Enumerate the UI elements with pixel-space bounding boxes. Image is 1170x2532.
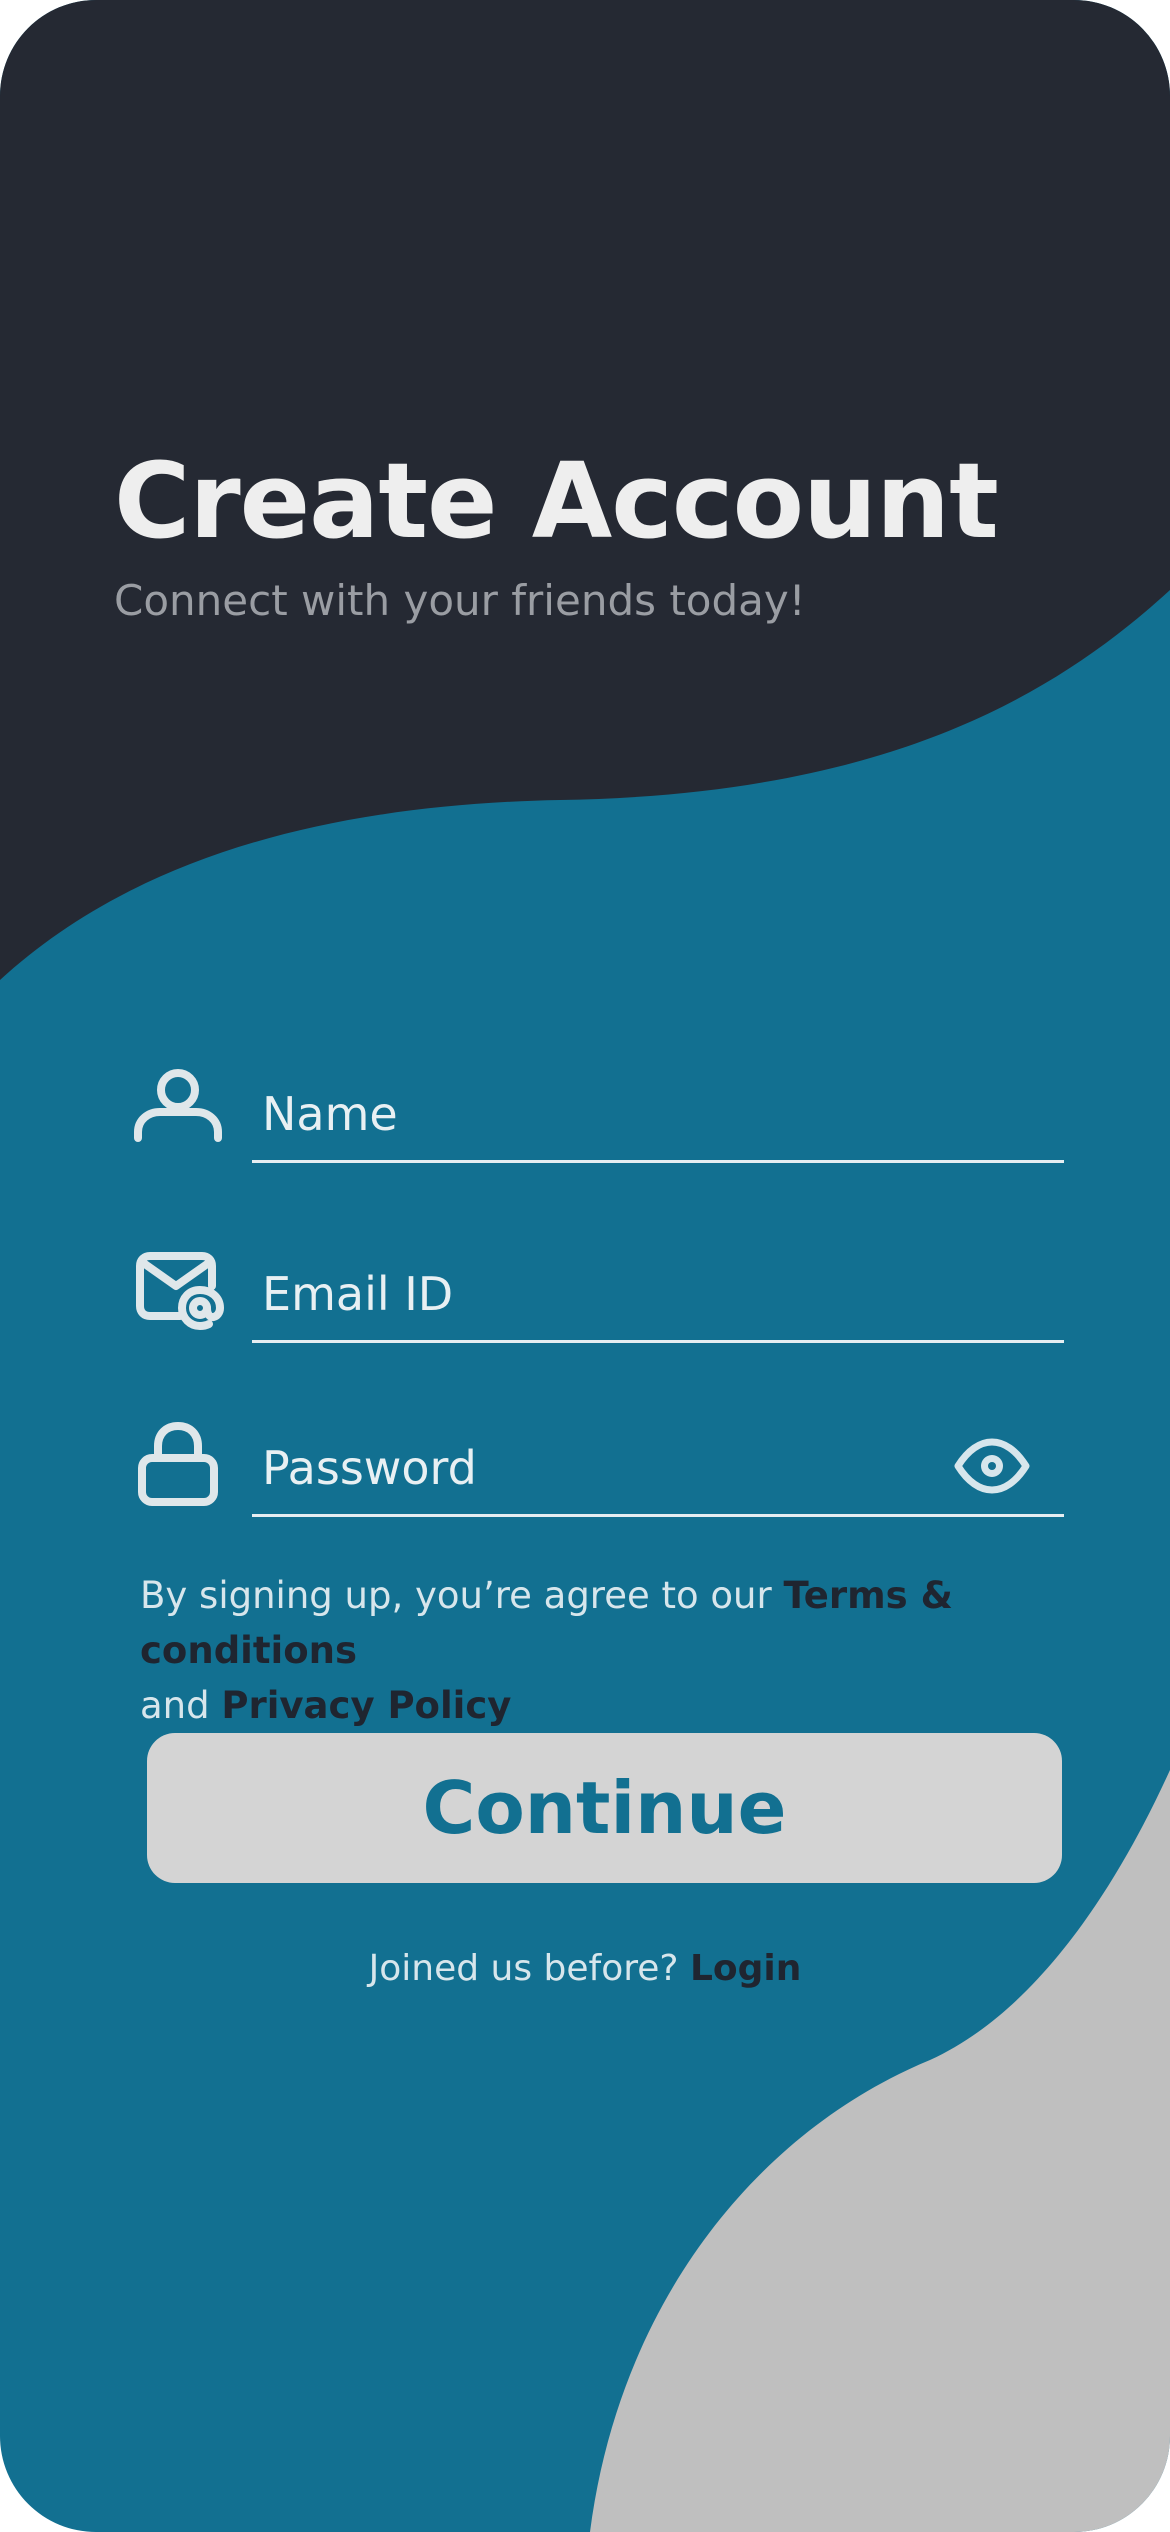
lock-icon xyxy=(130,1416,226,1512)
login-prompt: Joined us before? Login xyxy=(0,1948,1170,1989)
name-input[interactable] xyxy=(252,1076,902,1152)
login-prompt-text: Joined us before? xyxy=(368,1948,690,1989)
name-underline xyxy=(252,1160,1064,1163)
email-field xyxy=(130,1242,1065,1352)
password-underline xyxy=(252,1514,1064,1517)
page-title: Create Account xyxy=(114,440,999,562)
page-subtitle: Connect with your friends today! xyxy=(114,576,806,625)
bottom-right-grey-wave xyxy=(590,1770,1170,2532)
terms-prefix: By signing up, you’re agree to our xyxy=(140,1574,784,1617)
create-account-screen: Create Account Connect with your friends… xyxy=(0,0,1170,2532)
continue-button[interactable]: Continue xyxy=(147,1733,1062,1883)
terms-text: By signing up, you’re agree to our Terms… xyxy=(140,1568,1100,1733)
user-icon xyxy=(130,1062,226,1158)
email-input[interactable] xyxy=(252,1256,902,1332)
password-input[interactable] xyxy=(252,1430,902,1506)
password-field xyxy=(130,1416,1065,1526)
name-field xyxy=(130,1062,1065,1172)
show-password-eye-icon[interactable] xyxy=(954,1428,1030,1504)
terms-middle: and xyxy=(140,1684,222,1727)
privacy-policy-link[interactable]: Privacy Policy xyxy=(221,1684,511,1727)
mail-at-icon xyxy=(130,1242,226,1338)
email-underline xyxy=(252,1340,1064,1343)
login-link[interactable]: Login xyxy=(690,1948,801,1989)
